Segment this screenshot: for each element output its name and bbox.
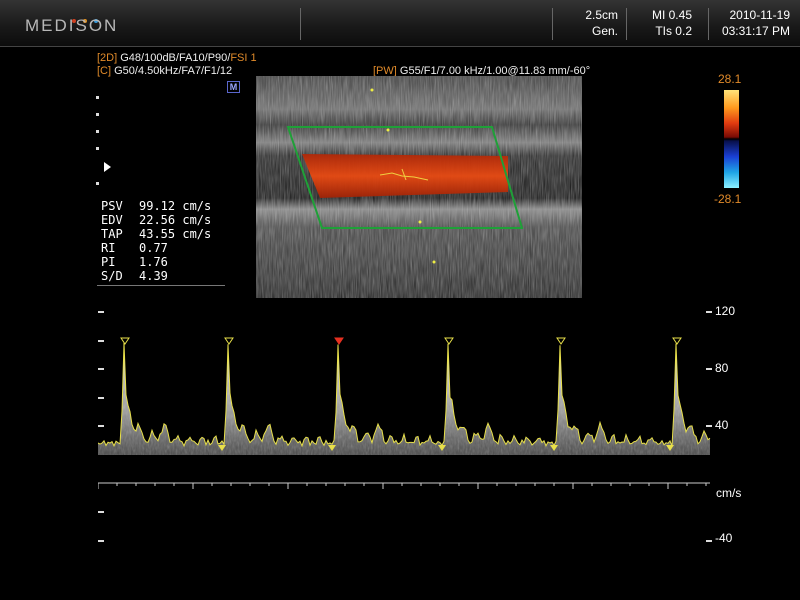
left-tick (98, 368, 104, 370)
scale-tick (706, 540, 712, 542)
scale-label-neg40: -40 (715, 531, 733, 545)
scale-label-80: 80 (715, 361, 729, 375)
left-tick (98, 425, 104, 427)
measurement-row: TAP 43.55 cm/s (101, 227, 212, 241)
color-scale-max: 28.1 (718, 72, 742, 86)
peak-marker-icon (556, 337, 566, 345)
color-params: [C] G50/4.50kHz/FA7/F1/12 (97, 65, 233, 77)
peak-marker-icon (224, 337, 234, 345)
ultrasound-screen: MEDISON 2.5cm Gen. MI 0.45 TIs 0.2 2010-… (0, 0, 800, 600)
color-velocity-bar (724, 90, 739, 188)
depth-marker (96, 130, 99, 133)
left-tick (98, 540, 104, 542)
left-tick (98, 511, 104, 513)
peak-marker-icon (444, 337, 454, 345)
measurement-row: PI 1.76 (101, 255, 168, 269)
depth-marker (96, 147, 99, 150)
left-tick (98, 340, 104, 342)
spectral-doppler (98, 337, 711, 489)
measurement-row: RI 0.77 (101, 241, 168, 255)
header-bar: MEDISON 2.5cm Gen. MI 0.45 TIs 0.2 2010-… (0, 0, 800, 47)
peak-marker-icon (120, 337, 130, 345)
preset-value: Gen. (591, 24, 618, 38)
tis-value: TIs 0.2 (655, 24, 692, 38)
measurement-row: S/D 4.39 (101, 269, 168, 283)
peak-marker-icon (672, 337, 682, 345)
scale-tick (706, 311, 712, 313)
measurement-row: PSV 99.12 cm/s (101, 199, 212, 213)
bmode-color-image (256, 76, 582, 298)
measurement-panel: PSV 99.12 cm/s EDV 22.56 cm/s TAP 43.55 cm/… (97, 199, 227, 286)
peak-marker-icon (334, 337, 344, 345)
measurement-row: EDV 22.56 cm/s (101, 213, 212, 227)
scale-label-40: 40 (715, 418, 729, 432)
bmode-params: [2D] G48/100dB/FA10/P90/FSI 1 (97, 52, 257, 64)
scale-unit: cm/s (716, 486, 742, 500)
left-tick (98, 397, 104, 399)
left-tick (98, 311, 104, 313)
color-scale-min: -28.1 (714, 192, 742, 206)
exam-date: 2010-11-19 (729, 8, 791, 22)
mi-value: MI 0.45 (651, 8, 692, 22)
depth-marker (96, 182, 99, 185)
focus-marker-icon (104, 162, 111, 172)
depth-marker (96, 113, 99, 116)
scale-tick (706, 368, 712, 370)
exam-time: 03:31:17 PM (721, 24, 790, 38)
m-marker-icon: M (227, 81, 240, 93)
brand-logo: MEDISON (25, 16, 119, 35)
scale-label-120: 120 (715, 304, 736, 318)
depth-marker (96, 96, 99, 99)
scale-tick (706, 425, 712, 427)
depth-value: 2.5cm (585, 8, 618, 22)
